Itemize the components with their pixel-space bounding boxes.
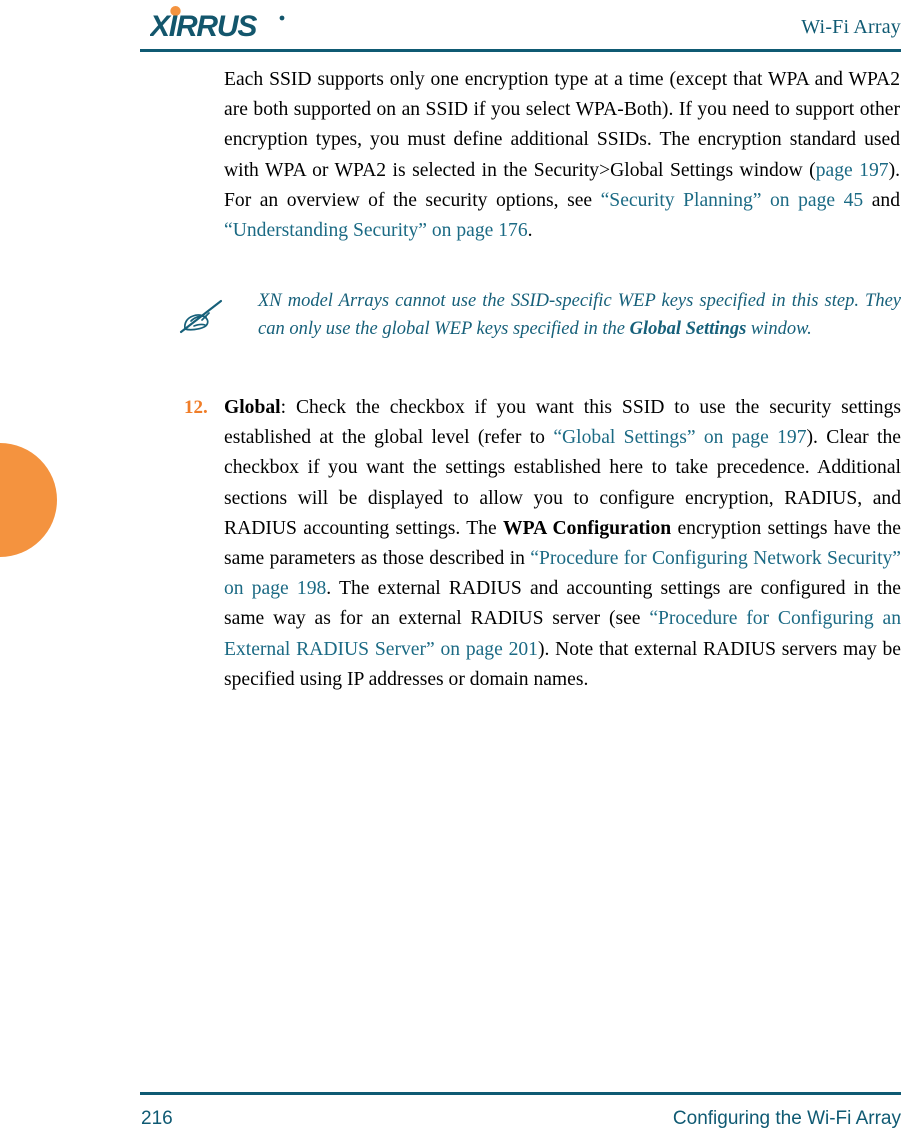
- intro-paragraph-block: Each SSID supports only one encryption t…: [224, 65, 901, 246]
- emphasis-bold: WPA Configuration: [503, 517, 672, 539]
- edge-tab-marker: [0, 443, 57, 557]
- xirrus-logo: XIRRUS: [150, 6, 310, 40]
- svg-text:XIRRUS: XIRRUS: [150, 10, 257, 40]
- document-page: XIRRUS Wi-Fi Array Each SSID supports on…: [0, 0, 901, 1137]
- step-number: 12.: [184, 397, 208, 418]
- intro-paragraph: Each SSID supports only one encryption t…: [224, 65, 901, 246]
- footer-page-number: 216: [141, 1108, 173, 1129]
- emphasis-bold-italic: Global Settings: [629, 318, 747, 339]
- text-run: .: [527, 220, 533, 242]
- cross-reference-link[interactable]: “Security Planning” on page 45: [601, 190, 864, 211]
- step-body: Global: Check the checkbox if you want t…: [224, 393, 901, 695]
- emphasis-bold: Global: [224, 397, 281, 418]
- header-title: Wi-Fi Array: [801, 16, 901, 38]
- header-divider: [140, 49, 901, 52]
- text-run: window.: [746, 318, 812, 339]
- text-run: and: [863, 189, 900, 211]
- footer-section-title: Configuring the Wi-Fi Array: [672, 1108, 901, 1129]
- note-text: XN model Arrays cannot use the SSID-spec…: [258, 288, 901, 343]
- cross-reference-link[interactable]: page 197: [816, 160, 889, 181]
- page-footer: 216 Configuring the Wi-Fi Array: [140, 1092, 901, 1137]
- text-run: Each SSID supports only one encryption t…: [224, 69, 900, 181]
- note-pencil-icon: [178, 296, 224, 336]
- cross-reference-link[interactable]: “Global Settings” on page 197: [553, 427, 806, 448]
- cross-reference-link[interactable]: “Understanding Security” on page 176: [224, 220, 528, 241]
- page-header: XIRRUS Wi-Fi Array: [140, 0, 901, 52]
- footer-divider: [140, 1092, 901, 1095]
